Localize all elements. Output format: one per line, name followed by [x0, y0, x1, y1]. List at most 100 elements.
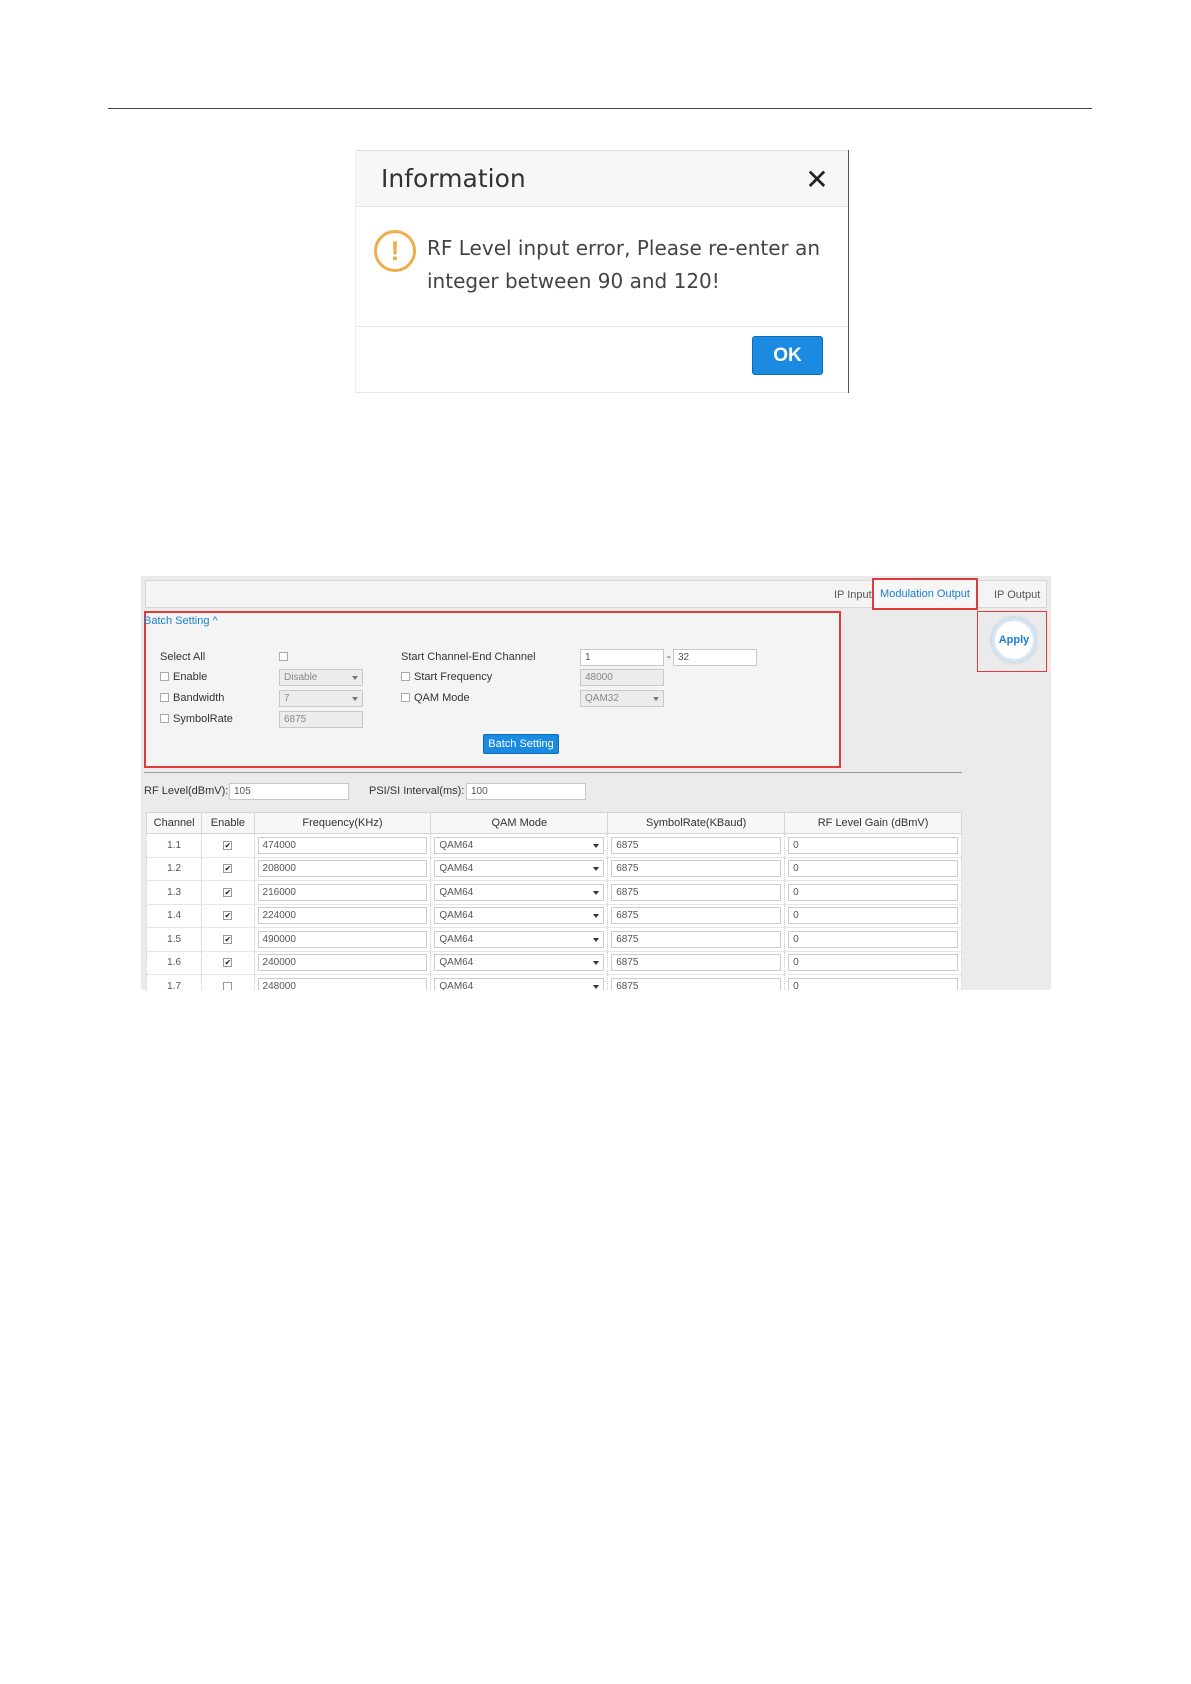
enable-cell: ✔: [201, 857, 255, 881]
dialog-border-right: [848, 150, 849, 393]
chevron-down-icon: [352, 697, 358, 701]
frequency-input[interactable]: 208000: [257, 860, 428, 878]
frequency-cell: 474000: [253, 833, 432, 858]
symbolrate-row-input[interactable]: 6875: [611, 954, 782, 972]
symbolrate-row-input[interactable]: 6875: [611, 836, 782, 854]
dialog-border-bottom: [355, 392, 849, 393]
enable-row-checkbox[interactable]: ✔: [223, 958, 233, 968]
symbolrate-row-input[interactable]: 6875: [611, 860, 782, 878]
close-icon[interactable]: ✕: [803, 166, 831, 194]
rf-level-gain-input[interactable]: 0: [788, 954, 958, 972]
psi-si-interval-input[interactable]: 100: [466, 783, 586, 800]
symbolrate-row-input[interactable]: 6875: [611, 907, 782, 925]
frequency-input[interactable]: 474000: [257, 836, 428, 854]
enable-checkbox[interactable]: [160, 672, 169, 681]
column-header-frequency: Frequency(KHz): [253, 812, 432, 834]
chevron-down-icon: [593, 937, 600, 942]
table-row: 1.3 ✔ 216000 QAM64 6875 0: [145, 880, 962, 905]
start-frequency-checkbox[interactable]: [401, 672, 410, 681]
qam-mode-row-value: QAM64: [439, 910, 474, 922]
symbolrate-checkbox[interactable]: [160, 714, 169, 723]
end-channel-input[interactable]: 32: [673, 649, 757, 666]
chevron-down-icon: [593, 890, 600, 895]
enable-row-checkbox[interactable]: ✔: [223, 911, 233, 921]
table-row: 1.6 ✔ 240000 QAM64 6875 0: [145, 951, 962, 975]
qam-mode-row-select[interactable]: QAM64: [434, 954, 605, 972]
qam-mode-row-select[interactable]: QAM64: [434, 977, 605, 990]
enable-row-checkbox[interactable]: ✔: [223, 887, 233, 897]
rf-level-gain-input[interactable]: 0: [788, 930, 958, 948]
start-end-channel-label: Start Channel-End Channel: [401, 651, 536, 663]
apply-button[interactable]: Apply: [992, 618, 1036, 662]
frequency-cell: 490000: [253, 927, 432, 952]
qam-mode-select[interactable]: QAM32: [580, 690, 664, 707]
qam-mode-row-value: QAM64: [439, 957, 474, 969]
enable-cell: ✔: [201, 927, 255, 952]
enable-cell: ✔: [201, 833, 255, 858]
qam-mode-row-value: QAM64: [439, 886, 474, 898]
symbolrate-row-input[interactable]: 6875: [611, 930, 782, 948]
symbolrate-row-input[interactable]: 6875: [611, 977, 782, 990]
qam-mode-label: QAM Mode: [414, 692, 470, 704]
enable-select[interactable]: Disable: [279, 669, 363, 686]
symbolrate-input[interactable]: 6875: [279, 711, 363, 728]
enable-row-checkbox[interactable]: ✔: [223, 864, 233, 874]
qam-mode-cell: QAM64: [430, 857, 609, 881]
qam-mode-row-select[interactable]: QAM64: [434, 907, 605, 925]
enable-row-checkbox[interactable]: ✔: [223, 840, 233, 850]
qam-mode-row-select[interactable]: QAM64: [434, 883, 605, 901]
frequency-input[interactable]: 490000: [257, 930, 428, 948]
ok-button[interactable]: OK: [752, 336, 823, 375]
rf-level-gain-input[interactable]: 0: [788, 883, 958, 901]
frequency-input[interactable]: 240000: [257, 954, 428, 972]
tab-ip-output[interactable]: IP Output: [994, 589, 1040, 601]
enable-cell: ✔: [201, 951, 255, 975]
qam-mode-row-select[interactable]: QAM64: [434, 836, 605, 854]
tab-modulation-output[interactable]: Modulation Output: [872, 578, 978, 610]
symbolrate-row-input[interactable]: 6875: [611, 883, 782, 901]
rf-level-gain-input[interactable]: 0: [788, 907, 958, 925]
enable-label: Enable: [173, 671, 208, 683]
qam-mode-row-value: QAM64: [439, 863, 474, 875]
qam-mode-row-select[interactable]: QAM64: [434, 860, 605, 878]
bandwidth-select-value: 7: [284, 693, 290, 704]
table-row: 1.5 ✔ 490000 QAM64 6875 0: [145, 927, 962, 952]
select-all-checkbox[interactable]: [279, 652, 288, 661]
rf-level-gain-input[interactable]: 0: [788, 977, 958, 990]
rf-level-gain-input[interactable]: 0: [788, 860, 958, 878]
bandwidth-select[interactable]: 7: [279, 690, 363, 707]
start-channel-input[interactable]: 1: [580, 649, 664, 666]
dialog-message: RF Level input error, Please re-enter an…: [427, 236, 821, 293]
enable-cell: ✔: [201, 904, 255, 928]
page-top-rule: [108, 108, 1092, 109]
qam-mode-checkbox[interactable]: [401, 693, 410, 702]
qam-mode-cell: QAM64: [430, 927, 609, 952]
symbolrate-cell: 6875: [607, 904, 786, 928]
rf-level-gain-input[interactable]: 0: [788, 836, 958, 854]
frequency-input[interactable]: 248000: [257, 977, 428, 990]
rf-level-gain-cell: 0: [784, 974, 962, 990]
select-all-label: Select All: [160, 651, 206, 663]
information-dialog: Information ✕ ! RF Level input error, Pl…: [355, 150, 849, 393]
frequency-input[interactable]: 224000: [257, 907, 428, 925]
bandwidth-checkbox[interactable]: [160, 693, 169, 702]
channel-cell: 1.2: [145, 857, 203, 881]
channel-cell: 1.7: [145, 974, 203, 990]
batch-setting-button[interactable]: Batch Setting: [483, 734, 559, 754]
frequency-input[interactable]: 216000: [257, 883, 428, 901]
qam-mode-row-select[interactable]: QAM64: [434, 930, 605, 948]
batch-setting-toggle[interactable]: Batch Setting ^: [144, 615, 218, 627]
enable-row-checkbox[interactable]: [223, 981, 233, 990]
chevron-down-icon: [593, 843, 600, 848]
chevron-down-icon: [352, 676, 358, 680]
rf-level-input[interactable]: 105: [229, 783, 349, 800]
symbolrate-cell: 6875: [607, 880, 786, 905]
tab-ip-input[interactable]: IP Input: [834, 589, 872, 601]
frequency-cell: 248000: [253, 974, 432, 990]
chevron-down-icon: [593, 867, 600, 872]
global-settings-row: RF Level(dBmV): 105 PSI/SI Interval(ms):…: [144, 782, 964, 802]
column-header-rf-level-gain: RF Level Gain (dBmV): [784, 812, 962, 834]
section-divider: [144, 772, 962, 773]
start-frequency-input[interactable]: 48000: [580, 669, 664, 686]
enable-row-checkbox[interactable]: ✔: [223, 934, 233, 944]
